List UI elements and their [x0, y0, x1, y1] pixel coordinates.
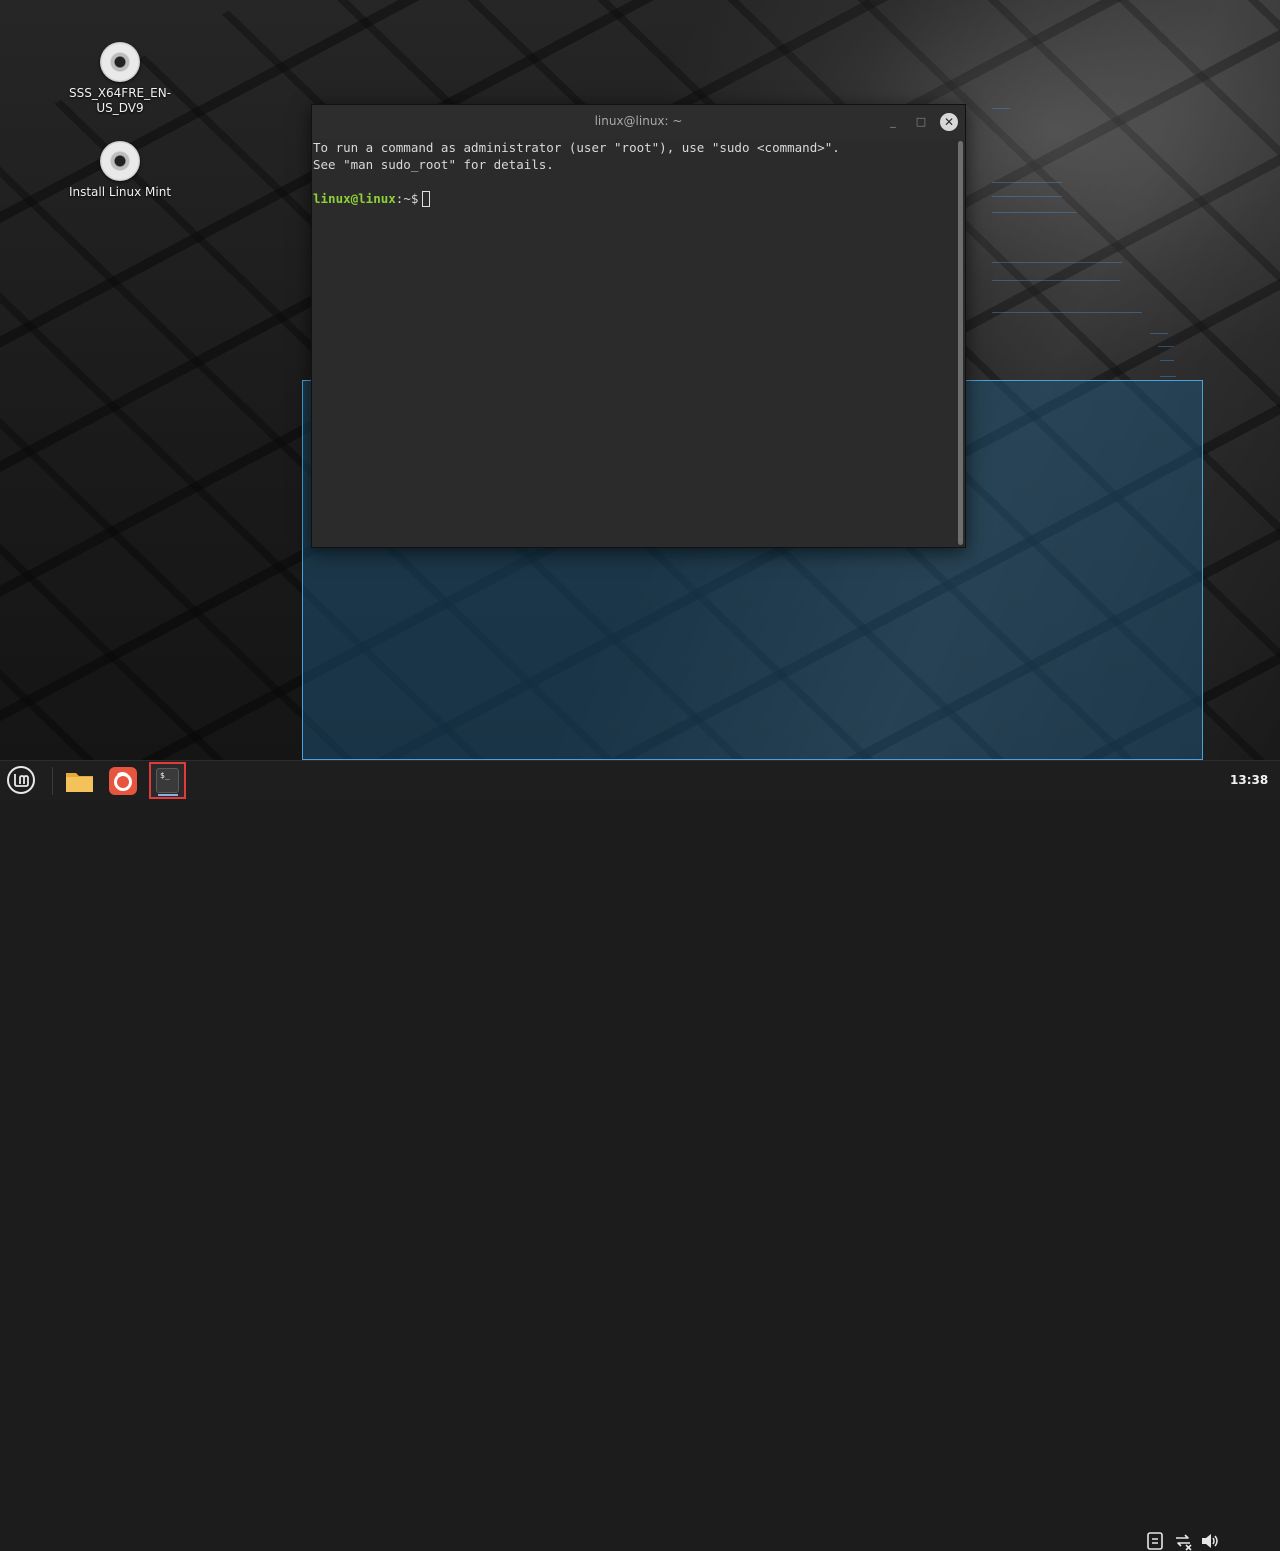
minimize-button[interactable]: _ — [884, 114, 902, 132]
terminal-icon: $_ — [156, 768, 179, 793]
clock[interactable]: 13:38 — [1230, 773, 1268, 787]
firefox-icon — [109, 767, 137, 795]
text-smear — [992, 196, 1062, 197]
close-button[interactable]: ✕ — [940, 113, 958, 131]
prompt-user: linux@linux — [313, 191, 396, 206]
text-cursor — [422, 191, 431, 207]
terminal-output[interactable]: To run a command as administrator (user … — [313, 139, 955, 547]
text-smear — [1160, 376, 1176, 377]
taskbar-separator — [52, 767, 53, 795]
text-smear — [1158, 346, 1174, 347]
text-smear — [992, 182, 1062, 183]
text-smear — [992, 312, 1142, 313]
terminal-prompt-line[interactable]: linux@linux:~$ — [313, 190, 955, 207]
text-smear — [992, 280, 1120, 281]
desktop-icon-label: Install Linux Mint — [68, 185, 172, 199]
window-title: linux@linux: ~ — [594, 114, 683, 128]
terminal-taskbar-button[interactable]: $_ — [149, 762, 186, 799]
desktop-icon-install-linux-mint[interactable]: Install Linux Mint — [65, 141, 175, 200]
text-smear — [992, 262, 1122, 263]
text-smear — [992, 212, 1077, 213]
files-launcher[interactable] — [62, 764, 98, 798]
terminal-line: To run a command as administrator (user … — [313, 140, 840, 155]
terminal-scrollbar[interactable] — [958, 141, 963, 545]
linux-mint-menu-icon[interactable] — [6, 765, 36, 795]
text-smear — [1160, 360, 1174, 361]
notes-icon[interactable] — [1145, 1531, 1165, 1551]
firefox-launcher[interactable] — [105, 764, 141, 798]
desktop-icon-iso-disc[interactable]: SSS_X64FRE_EN-US_DV9 — [65, 42, 175, 116]
taskbar: $_ 13:38 — [0, 760, 1280, 1551]
terminal-window[interactable]: linux@linux: ~ _ □ ✕ To run a command as… — [311, 104, 966, 548]
text-smear — [992, 108, 1010, 109]
text-smear — [1150, 333, 1168, 334]
disc-icon — [100, 42, 140, 82]
terminal-line: See "man sudo_root" for details. — [313, 157, 554, 172]
maximize-button[interactable]: □ — [912, 114, 930, 132]
window-titlebar[interactable]: linux@linux: ~ _ □ ✕ — [312, 105, 965, 139]
volume-icon[interactable] — [1200, 1531, 1220, 1551]
prompt-path: :~$ — [395, 191, 419, 206]
network-disconnected-icon[interactable] — [1173, 1531, 1193, 1551]
desktop-icon-label: SSS_X64FRE_EN-US_DV9 — [68, 86, 172, 115]
active-indicator — [158, 794, 178, 796]
folder-icon — [66, 773, 93, 792]
disc-icon — [100, 141, 140, 181]
